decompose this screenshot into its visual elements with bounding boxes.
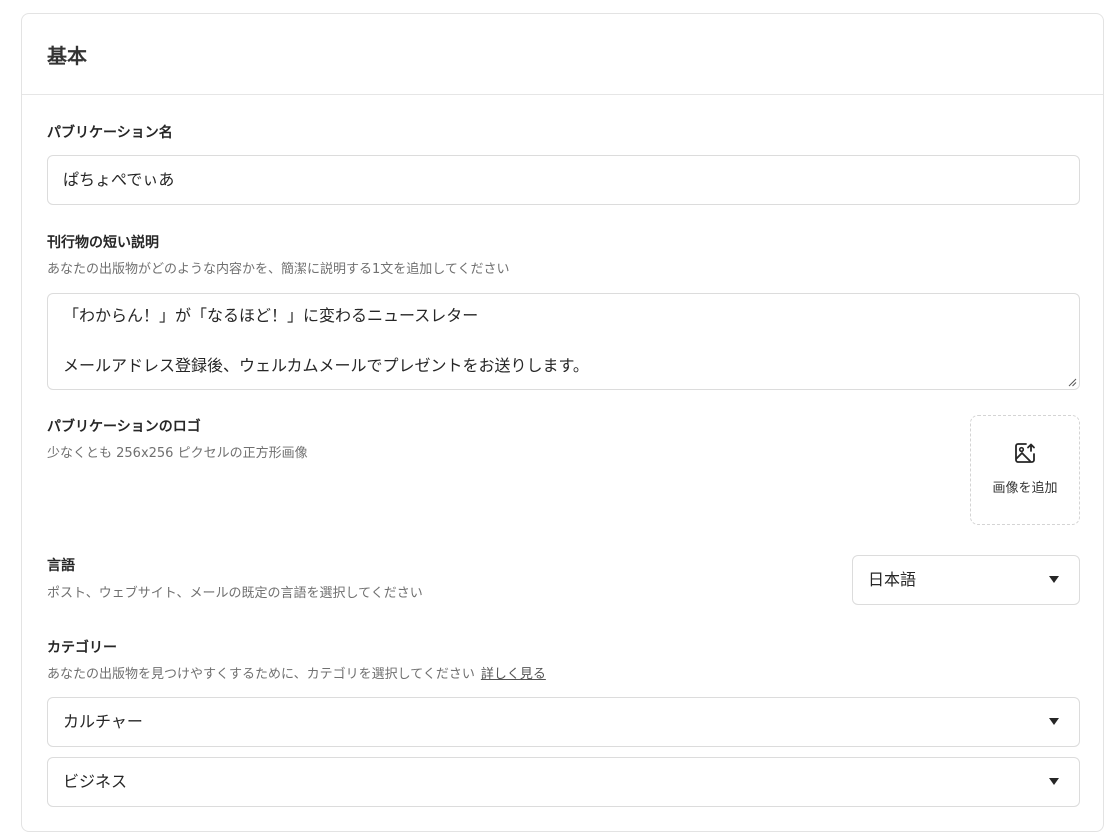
category-label: カテゴリー bbox=[47, 640, 117, 656]
add-image-button[interactable]: 画像を追加 bbox=[970, 415, 1080, 525]
language-help: ポスト、ウェブサイト、メールの既定の言語を選択してください bbox=[47, 586, 423, 601]
caret-down-icon bbox=[1049, 718, 1059, 725]
section-title: 基本 bbox=[47, 44, 87, 68]
secondary-category-select[interactable]: ビジネス bbox=[47, 757, 1080, 807]
secondary-category-value: ビジネス bbox=[63, 772, 128, 791]
textarea-line: メールアドレス登録後、ウェルカムメールでプレゼントをお送りします。 bbox=[63, 356, 589, 375]
language-label: 言語 bbox=[47, 558, 75, 574]
publication-name-label: パブリケーション名 bbox=[47, 125, 173, 141]
primary-category-select[interactable]: カルチャー bbox=[47, 697, 1080, 747]
caret-down-icon bbox=[1049, 778, 1059, 785]
textarea-line bbox=[63, 328, 1064, 353]
caret-down-icon bbox=[1049, 576, 1059, 583]
primary-category-value: カルチャー bbox=[63, 712, 143, 731]
publication-name-input[interactable]: ぱちょぺでぃあ bbox=[47, 155, 1080, 205]
category-help: あなたの出版物を見つけやすくするために、カテゴリを選択してください 詳しく見る bbox=[47, 666, 546, 684]
short-description-help: あなたの出版物がどのような内容かを、簡潔に説明する1文を追加してください bbox=[47, 262, 510, 277]
logo-label: パブリケーションのロゴ bbox=[47, 419, 201, 435]
short-description-label: 刊行物の短い説明 bbox=[47, 235, 159, 251]
settings-card: 基本 パブリケーション名 ぱちょぺでぃあ 刊行物の短い説明 あなたの出版物がどの… bbox=[21, 13, 1104, 832]
textarea-line: 「わからん！」が「なるほど！」に変わるニュースレター bbox=[63, 306, 479, 325]
learn-more-link[interactable]: 詳しく見る bbox=[481, 667, 546, 682]
language-select[interactable]: 日本語 bbox=[852, 555, 1080, 605]
category-help-text: あなたの出版物を見つけやすくするために、カテゴリを選択してください bbox=[47, 667, 475, 682]
image-upload-icon bbox=[1015, 443, 1035, 463]
resize-grip-icon[interactable] bbox=[1067, 377, 1077, 387]
language-select-value: 日本語 bbox=[868, 570, 917, 589]
logo-help: 少なくとも 256x256 ピクセルの正方形画像 bbox=[47, 446, 308, 461]
card-header: 基本 bbox=[22, 14, 1103, 95]
short-description-textarea[interactable]: 「わからん！」が「なるほど！」に変わるニュースレター メールアドレス登録後、ウェ… bbox=[47, 293, 1080, 390]
add-image-label: 画像を追加 bbox=[992, 481, 1058, 496]
